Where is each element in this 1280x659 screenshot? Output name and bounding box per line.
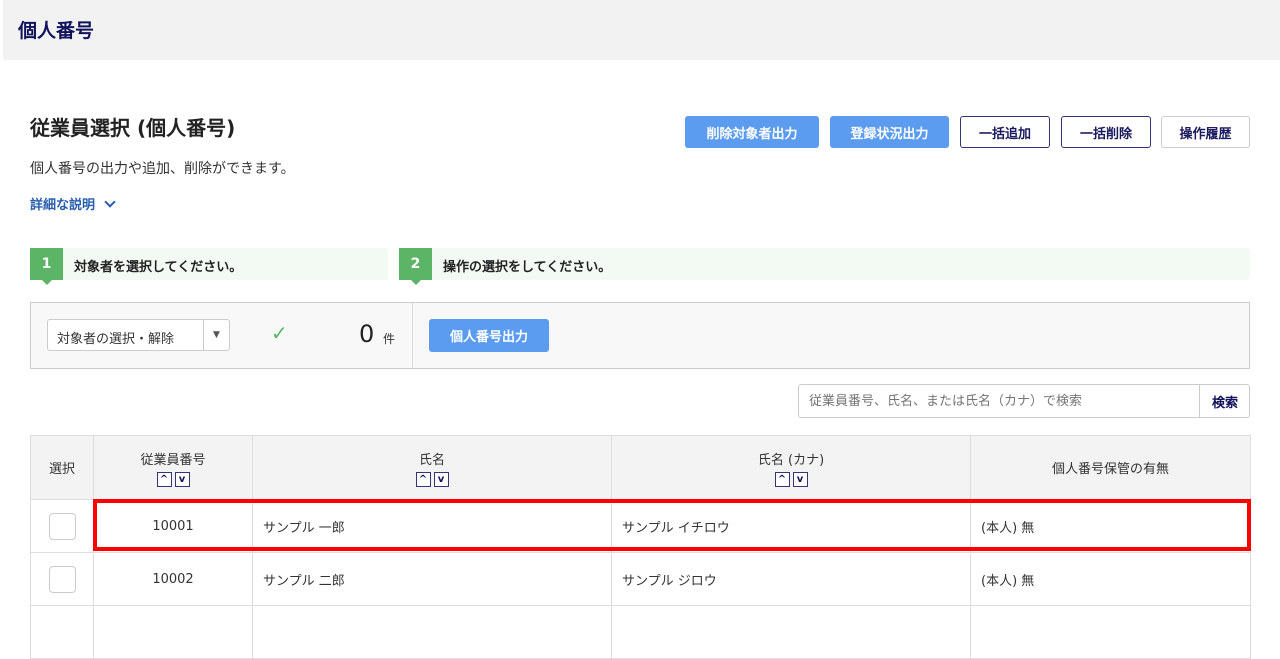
col-status: 個人番号保管の有無	[970, 435, 1251, 500]
details-label: 詳細な説明	[30, 198, 96, 213]
count-unit: 件	[383, 332, 396, 346]
table-header-row: 選択 従業員番号 ^ v 氏名 ^ v 氏名 (カナ) ^ v 個人番号保管の有無	[30, 435, 1251, 500]
page-title: 従業員選択 (個人番号)	[30, 116, 236, 140]
export-deleted-button[interactable]: 削除対象者出力	[685, 116, 819, 148]
search-button[interactable]: 検索	[1199, 385, 1250, 417]
step-2: 2 操作の選択をしてください。	[399, 248, 1250, 285]
sort-asc-icon[interactable]: ^	[774, 471, 790, 487]
search-input[interactable]	[799, 385, 1199, 417]
col-employee-id: 従業員番号 ^ v	[93, 435, 253, 500]
caret-down-icon: ▼	[203, 320, 229, 350]
col-name: 氏名 ^ v	[252, 435, 612, 500]
search-box: 検索	[798, 384, 1250, 418]
action-panel: 対象者の選択・解除 ▼ ✓ 0 件 個人番号出力	[30, 302, 1250, 369]
header-label: 氏名	[418, 452, 445, 468]
sort-asc-icon[interactable]: ^	[415, 471, 431, 487]
export-status-button[interactable]: 登録状況出力	[830, 116, 949, 148]
sort-desc-icon[interactable]: v	[174, 471, 190, 487]
header-label: 氏名 (カナ)	[757, 452, 825, 468]
col-kana: 氏名 (カナ) ^ v	[611, 435, 971, 500]
app-header: 個人番号	[3, 0, 1280, 60]
highlight-annotation	[93, 499, 1251, 551]
bulk-add-button[interactable]: 一括追加	[960, 116, 1050, 148]
target-select-dropdown[interactable]: 対象者の選択・解除 ▼	[47, 319, 230, 351]
divider	[412, 303, 413, 368]
details-toggle[interactable]: 詳細な説明	[30, 194, 116, 213]
step-label: 対象者を選択してください。	[74, 260, 243, 275]
history-button[interactable]: 操作履歴	[1161, 116, 1250, 148]
export-mynumber-button[interactable]: 個人番号出力	[429, 319, 549, 352]
sort-desc-icon[interactable]: v	[433, 471, 449, 487]
selected-count: 0	[359, 320, 375, 348]
app-title: 個人番号	[18, 20, 95, 42]
row-checkbox[interactable]	[48, 565, 76, 593]
step-label: 操作の選択をしてください。	[443, 260, 612, 275]
table-row[interactable]: 10002 サンプル 二郎 サンプル ジロウ (本人) 無	[30, 552, 1251, 606]
header-label: 従業員番号	[140, 452, 206, 468]
step-number: 1	[30, 248, 63, 285]
check-icon: ✓	[271, 321, 288, 345]
step-1: 1 対象者を選択してください。	[30, 248, 388, 285]
chevron-down-icon	[103, 196, 116, 208]
sort-desc-icon[interactable]: v	[792, 471, 808, 487]
bulk-delete-button[interactable]: 一括削除	[1061, 116, 1151, 148]
page-description: 個人番号の出力や追加、削除ができます。	[30, 161, 295, 177]
employee-id: 10002	[93, 552, 253, 606]
employee-kana: サンプル ジロウ	[611, 552, 971, 606]
col-select: 選択	[30, 435, 94, 500]
sort-asc-icon[interactable]: ^	[156, 471, 172, 487]
step-number: 2	[399, 248, 432, 285]
select-label: 対象者の選択・解除	[57, 332, 175, 347]
mynumber-status: (本人) 無	[970, 552, 1251, 606]
employee-name: サンプル 二郎	[252, 552, 612, 606]
row-checkbox[interactable]	[48, 512, 76, 540]
